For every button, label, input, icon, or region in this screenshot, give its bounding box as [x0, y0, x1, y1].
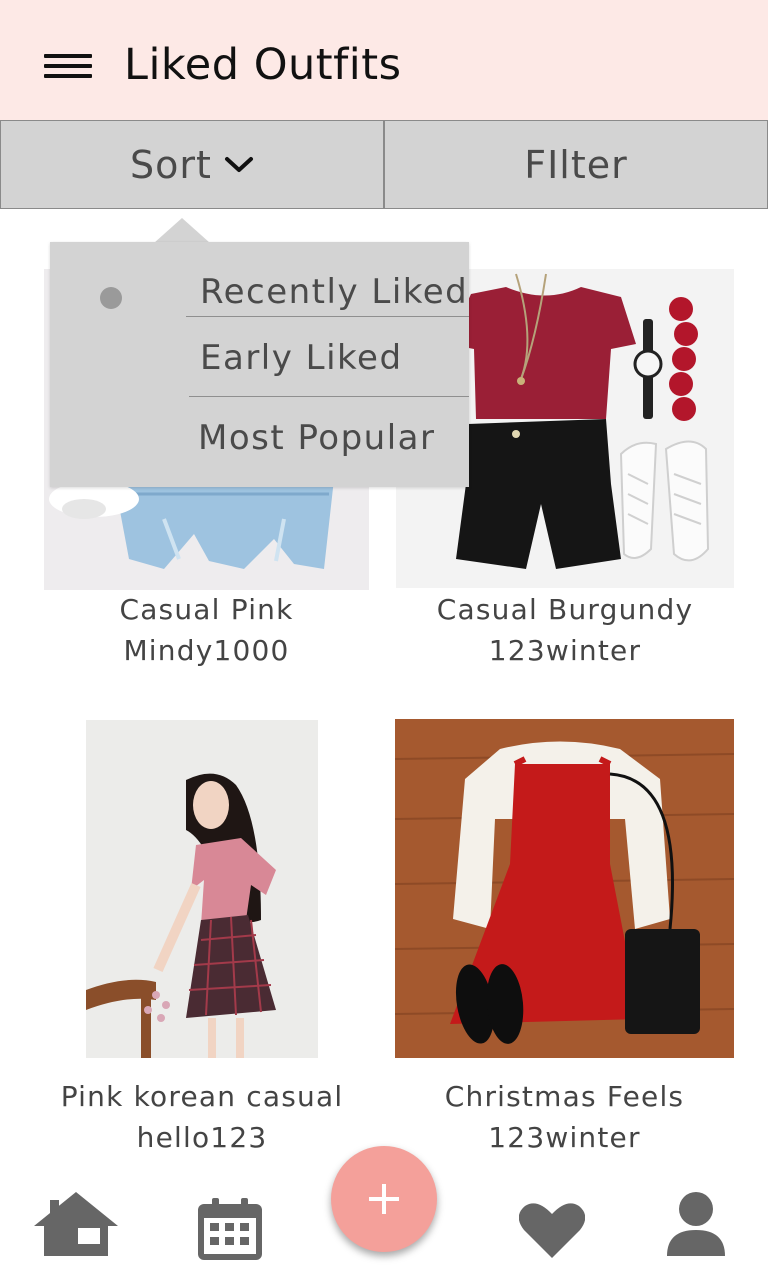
add-button[interactable] [331, 1146, 437, 1252]
menu-icon[interactable] [40, 50, 96, 84]
divider [189, 396, 469, 397]
filter-label: FIlter [524, 142, 628, 187]
divider [186, 316, 469, 317]
sort-option-recently-liked[interactable]: Recently Liked [200, 272, 468, 312]
calendar-icon[interactable] [198, 1198, 262, 1260]
sort-option-most-popular[interactable]: Most Popular [198, 418, 435, 458]
sort-filter-bar: Sort FIlter [0, 120, 768, 209]
page-title: Liked Outfits [124, 40, 402, 90]
outfit-title: Casual Pink [119, 593, 294, 626]
outfit-image [86, 720, 318, 1058]
app-bar: Liked Outfits [0, 0, 768, 120]
outfit-user: 123winter [488, 634, 642, 667]
outfit-card[interactable]: Pink korean casual hello123 [44, 720, 360, 1160]
sort-label: Sort [130, 142, 212, 187]
outfit-user: hello123 [136, 1121, 268, 1154]
outfit-card[interactable]: Christmas Feels 123winter [395, 719, 734, 1159]
outfit-title: Casual Burgundy [436, 593, 694, 626]
outfit-user: Mindy1000 [123, 634, 290, 667]
outfit-title: Christmas Feels [444, 1080, 685, 1113]
add-icon-stroke [382, 1184, 386, 1214]
heart-icon[interactable] [519, 1202, 585, 1258]
outfit-user: 123winter [488, 1121, 641, 1154]
outfit-image [395, 719, 734, 1058]
outfit-title: Pink korean casual [60, 1080, 344, 1113]
sort-option-early-liked[interactable]: Early Liked [200, 338, 403, 378]
home-icon[interactable] [34, 1190, 118, 1256]
dropdown-pointer [154, 218, 210, 243]
selected-indicator [100, 287, 122, 309]
sort-menu: Recently Liked Early Liked Most Popular [50, 242, 469, 487]
sort-button[interactable]: Sort [0, 120, 384, 209]
profile-icon[interactable] [667, 1192, 725, 1256]
chevron-down-icon [224, 156, 253, 172]
filter-button[interactable]: FIlter [384, 120, 768, 209]
